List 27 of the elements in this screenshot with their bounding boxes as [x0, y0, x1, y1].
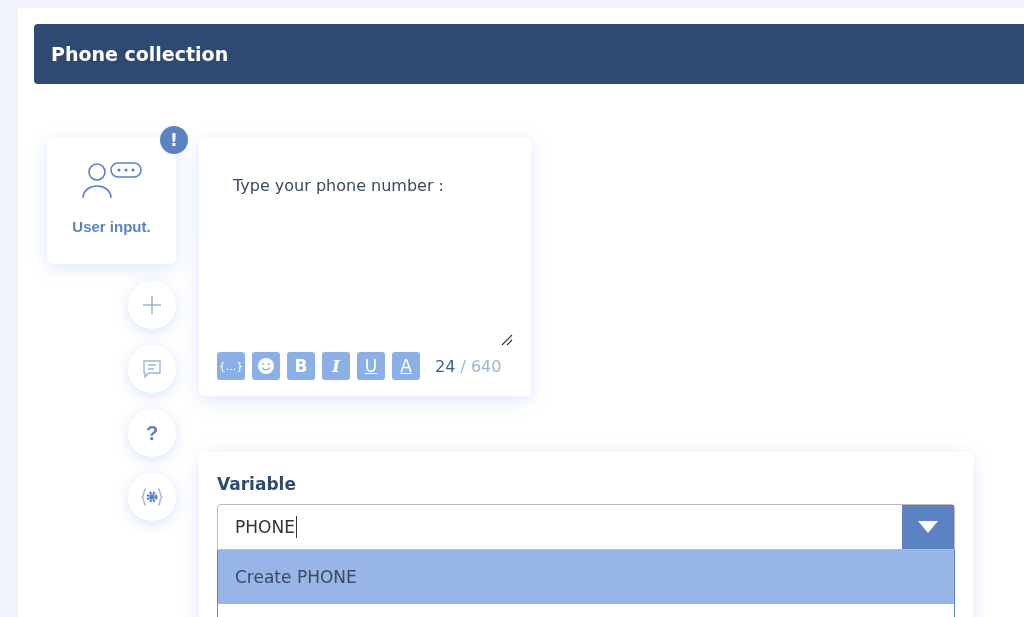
dropdown-option[interactable]: Create PHONE — [218, 550, 954, 604]
help-button[interactable]: ? — [128, 409, 176, 457]
gear-icon — [141, 487, 163, 507]
message-text: Type your phone number : — [233, 176, 445, 195]
block-label: User input. — [72, 218, 151, 235]
color-button[interactable]: A — [392, 352, 420, 380]
add-button[interactable] — [128, 281, 176, 329]
italic-button[interactable]: I — [322, 352, 350, 380]
message-editor[interactable]: Type your phone number : {...} B I U A 24 / 640 — [199, 138, 531, 396]
resize-handle-icon[interactable] — [501, 334, 513, 346]
emoji-button[interactable] — [252, 352, 280, 380]
caret-icon — [918, 521, 938, 533]
header-title: Phone collection — [51, 43, 229, 65]
speech-bubble-icon — [142, 359, 162, 379]
alert-badge: ! — [160, 126, 188, 154]
variable-button[interactable]: {...} — [217, 352, 245, 380]
bold-button[interactable]: B — [287, 352, 315, 380]
character-count: 24 / 640 — [435, 356, 502, 376]
variable-value: PHONE — [218, 516, 297, 538]
plus-icon — [142, 295, 162, 315]
dropdown-toggle[interactable] — [902, 505, 954, 549]
smiley-icon — [257, 357, 275, 375]
variable-label: Variable — [217, 474, 297, 494]
variable-combobox[interactable]: PHONE — [217, 504, 955, 550]
underline-button[interactable]: U — [357, 352, 385, 380]
settings-button[interactable] — [128, 473, 176, 521]
message-button[interactable] — [128, 345, 176, 393]
